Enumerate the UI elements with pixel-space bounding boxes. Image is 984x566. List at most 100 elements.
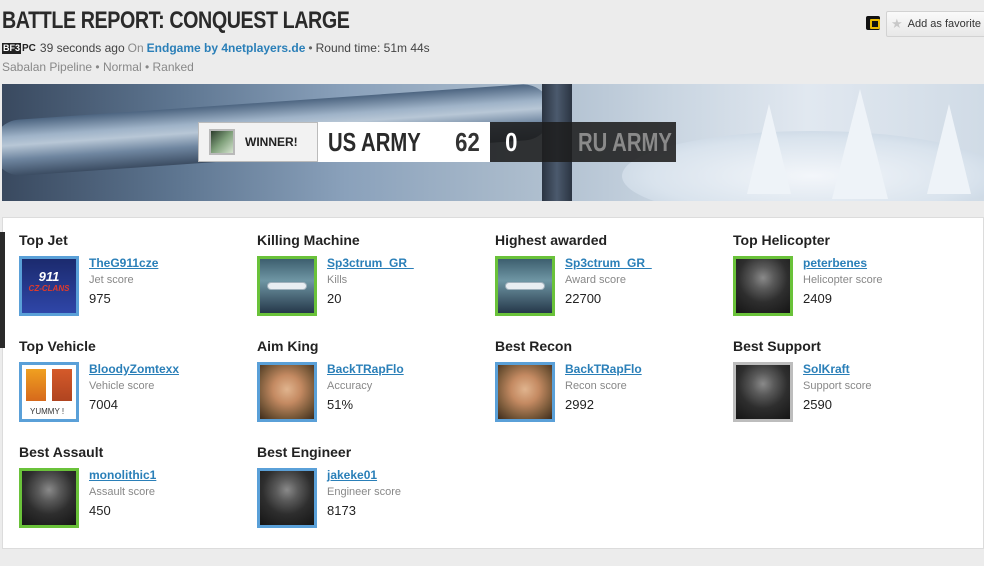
platform-label: PC bbox=[22, 42, 36, 54]
score-label: Award score bbox=[565, 274, 626, 286]
player-name-link[interactable]: peterbenes bbox=[803, 256, 867, 270]
player-name-link[interactable]: Sp3ctrum_GR_ bbox=[327, 256, 414, 270]
banner-tree bbox=[747, 104, 791, 194]
score-value: 22700 bbox=[565, 291, 602, 306]
team2-name: RU ARMY bbox=[578, 126, 673, 157]
award-card: Top Vehicle YUMMY ! BloodyZomtexx Vehicle s… bbox=[19, 338, 249, 438]
avatar-image bbox=[260, 365, 314, 419]
score-value: 2409 bbox=[803, 291, 832, 306]
award-card: Best Engineer jakeke01 Engineer score 8173 bbox=[257, 444, 487, 544]
award-card: Highest awarded Sp3ctrum_GR_ Award score 22… bbox=[495, 232, 725, 332]
award-card: Aim King BackTRapFlo Accuracy 51% bbox=[257, 338, 487, 438]
team2-score: 0 bbox=[505, 126, 518, 157]
player-name-link[interactable]: BloodyZomtexx bbox=[89, 362, 179, 376]
player-avatar[interactable] bbox=[19, 468, 79, 528]
score-label: Accuracy bbox=[327, 380, 373, 392]
avatar-image bbox=[22, 471, 76, 525]
score-value: 7004 bbox=[89, 397, 118, 412]
award-card: Killing Machine Sp3ctrum_GR_ Kills 20 bbox=[257, 232, 487, 332]
player-name-link[interactable]: BackTRapFlo bbox=[565, 362, 642, 376]
award-card: Best Support SolKraft Support score 2590 bbox=[733, 338, 963, 438]
avatar-image bbox=[260, 471, 314, 525]
award-category: Best Recon bbox=[495, 338, 573, 354]
player-avatar[interactable] bbox=[495, 362, 555, 422]
player-avatar[interactable] bbox=[257, 468, 317, 528]
award-category: Best Engineer bbox=[257, 444, 352, 460]
side-feedback-tab[interactable] bbox=[0, 232, 5, 348]
player-name-link[interactable]: BackTRapFlo bbox=[327, 362, 404, 376]
avatar-image bbox=[736, 259, 790, 313]
map-info: Sabalan Pipeline • Normal • Ranked bbox=[2, 60, 194, 74]
score-value: 2590 bbox=[803, 397, 832, 412]
player-name-link[interactable]: monolithic1 bbox=[89, 468, 156, 482]
award-category: Top Helicopter bbox=[733, 232, 830, 248]
avatar-caption: YUMMY ! bbox=[30, 407, 65, 416]
scoreboard: WINNER! US ARMY 62 0 RU ARMY bbox=[198, 122, 676, 162]
banner-tree bbox=[927, 104, 971, 194]
avatar-image: 911 CZ-CLANS bbox=[22, 259, 76, 313]
score-value: 8173 bbox=[327, 503, 356, 518]
score-value: 450 bbox=[89, 503, 111, 518]
score-label: Kills bbox=[327, 274, 348, 286]
time-ago: 39 seconds ago bbox=[39, 41, 125, 55]
avatar-image bbox=[736, 365, 790, 419]
add-favorite-label: Add as favorite bbox=[907, 18, 982, 30]
score-label: Engineer score bbox=[327, 486, 401, 498]
bullet-separator: • bbox=[308, 41, 313, 55]
award-card: Top Helicopter peterbenes Helicopter score… bbox=[733, 232, 963, 332]
award-card: Top Jet 911 CZ-CLANS TheG911cze Jet score 975 bbox=[19, 232, 249, 332]
player-avatar[interactable] bbox=[495, 256, 555, 316]
player-name-link[interactable]: SolKraft bbox=[803, 362, 850, 376]
add-favorite-button[interactable]: ★ Add as favorite bbox=[886, 11, 984, 37]
banner-tree bbox=[832, 89, 888, 199]
team1-box: US ARMY 62 bbox=[318, 122, 490, 162]
score-value: 20 bbox=[327, 291, 342, 306]
player-avatar[interactable] bbox=[257, 256, 317, 316]
score-label: Jet score bbox=[89, 274, 134, 286]
punkbuster-icon bbox=[866, 16, 880, 30]
page-title: BATTLE REPORT: CONQUEST LARGE bbox=[2, 7, 350, 34]
round-time: Round time: 51m 44s bbox=[315, 41, 430, 55]
score-label: Vehicle score bbox=[89, 380, 155, 392]
award-category: Top Jet bbox=[19, 232, 68, 248]
avatar-figure bbox=[26, 369, 46, 401]
winner-box: WINNER! bbox=[198, 122, 318, 162]
score-value: 975 bbox=[89, 291, 111, 306]
award-category: Highest awarded bbox=[495, 232, 608, 248]
award-category: Top Vehicle bbox=[19, 338, 96, 354]
award-category: Best Support bbox=[733, 338, 821, 354]
player-avatar[interactable] bbox=[733, 256, 793, 316]
player-name-link[interactable]: jakeke01 bbox=[327, 468, 377, 482]
award-category: Best Assault bbox=[19, 444, 104, 460]
score-label: Support score bbox=[803, 380, 872, 392]
game-badge: BF3 bbox=[2, 42, 22, 54]
score-label: Assault score bbox=[89, 486, 156, 498]
award-card: Best Recon BackTRapFlo Recon score 2992 bbox=[495, 338, 725, 438]
avatar-image: YUMMY ! bbox=[22, 365, 76, 419]
player-name-link[interactable]: TheG911cze bbox=[89, 256, 158, 270]
score-value: 51% bbox=[327, 397, 354, 412]
avatar-image bbox=[498, 259, 552, 313]
server-link[interactable]: Endgame by 4netplayers.de bbox=[147, 41, 306, 55]
award-card: Best Assault monolithic1 Assault score 450 bbox=[19, 444, 249, 544]
score-value: 2992 bbox=[565, 397, 594, 412]
team2-box: 0 RU ARMY bbox=[490, 122, 676, 162]
avatar-figure bbox=[52, 369, 72, 401]
score-label: Recon score bbox=[565, 380, 627, 392]
player-avatar[interactable] bbox=[733, 362, 793, 422]
player-avatar[interactable]: 911 CZ-CLANS bbox=[19, 256, 79, 316]
avatar-image bbox=[498, 365, 552, 419]
avatar-image bbox=[260, 259, 314, 313]
player-avatar[interactable] bbox=[257, 362, 317, 422]
score-label: Helicopter score bbox=[803, 274, 883, 286]
team1-name: US ARMY bbox=[328, 126, 421, 157]
winner-label: WINNER! bbox=[245, 135, 298, 149]
battle-meta: BF3 PC 39 seconds ago On Endgame by 4net… bbox=[2, 41, 430, 55]
team1-score: 62 bbox=[455, 126, 480, 157]
award-category: Aim King bbox=[257, 338, 319, 354]
player-avatar[interactable]: YUMMY ! bbox=[19, 362, 79, 422]
logo-number: 911 bbox=[38, 269, 60, 284]
player-name-link[interactable]: Sp3ctrum_GR_ bbox=[565, 256, 652, 270]
award-category: Killing Machine bbox=[257, 232, 360, 248]
winner-flag-icon bbox=[209, 129, 235, 155]
